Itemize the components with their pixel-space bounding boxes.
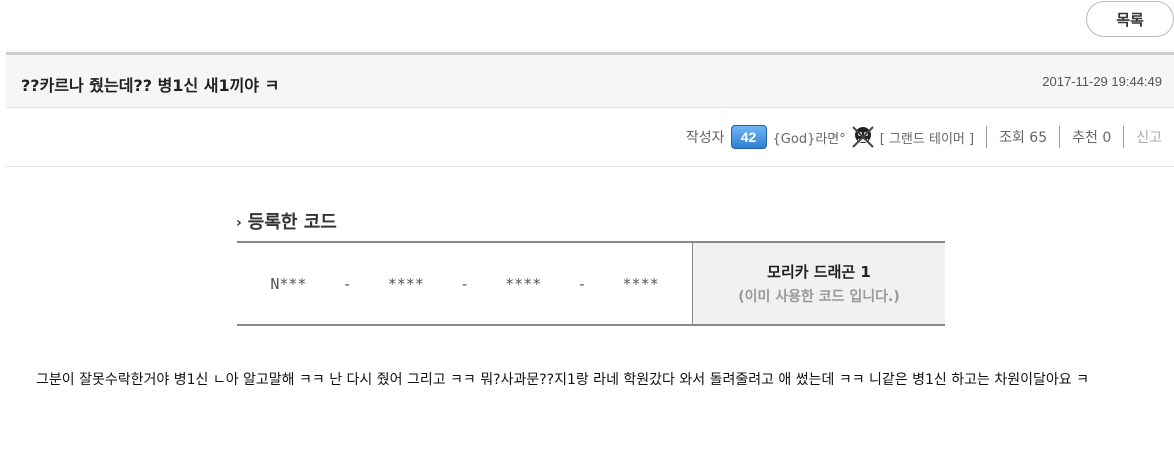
view-count: 조회 65 — [999, 130, 1048, 146]
registered-code: N*** - **** - **** - **** — [270, 274, 659, 293]
chevron-right-icon: › — [236, 215, 242, 231]
divider — [1123, 126, 1125, 148]
code-section-title: › 등록한 코드 — [236, 208, 337, 234]
post-date: 2017-11-29 19:44:49 — [1042, 74, 1162, 89]
report-button[interactable]: 신고 — [1136, 127, 1162, 147]
prize-name: 모리카 드래곤 1 — [767, 263, 871, 281]
divider — [1059, 126, 1061, 148]
post-header: ??카르나 줬는데?? 병1신 새1끼야 ㅋ 2017-11-29 19:44:… — [6, 52, 1174, 108]
post-body: 그분이 잘못수락한거야 병1신 ㄴ아 알고말해 ㅋㅋ 난 다시 줬어 그리고 ㅋ… — [36, 372, 1089, 388]
author-nickname[interactable]: {God}라면° — [773, 128, 846, 147]
list-button[interactable]: 목록 — [1086, 1, 1174, 37]
post-meta: 작성자 42 {God}라면° [ 그랜드 테이머 ] 조회 65 추천 0 신… — [6, 109, 1174, 167]
code-table: N*** - **** - **** - **** 모리카 드래곤 1 (이미 … — [237, 241, 945, 326]
code-status: (이미 사용한 코드 입니다.) — [738, 289, 900, 305]
author-label: 작성자 — [685, 130, 725, 146]
post-title: ??카르나 줬는데?? 병1신 새1끼야 ㅋ — [21, 76, 280, 95]
recommend-button[interactable]: 추천 0 — [1072, 127, 1111, 147]
guild-emblem-icon — [850, 125, 876, 149]
code-section-label: 등록한 코드 — [247, 212, 337, 233]
author-guild[interactable]: [ 그랜드 테이머 ] — [880, 128, 974, 147]
divider — [986, 126, 988, 148]
code-prize-cell: 모리카 드래곤 1 (이미 사용한 코드 입니다.) — [692, 243, 945, 324]
level-badge-icon: 42 — [730, 125, 767, 149]
